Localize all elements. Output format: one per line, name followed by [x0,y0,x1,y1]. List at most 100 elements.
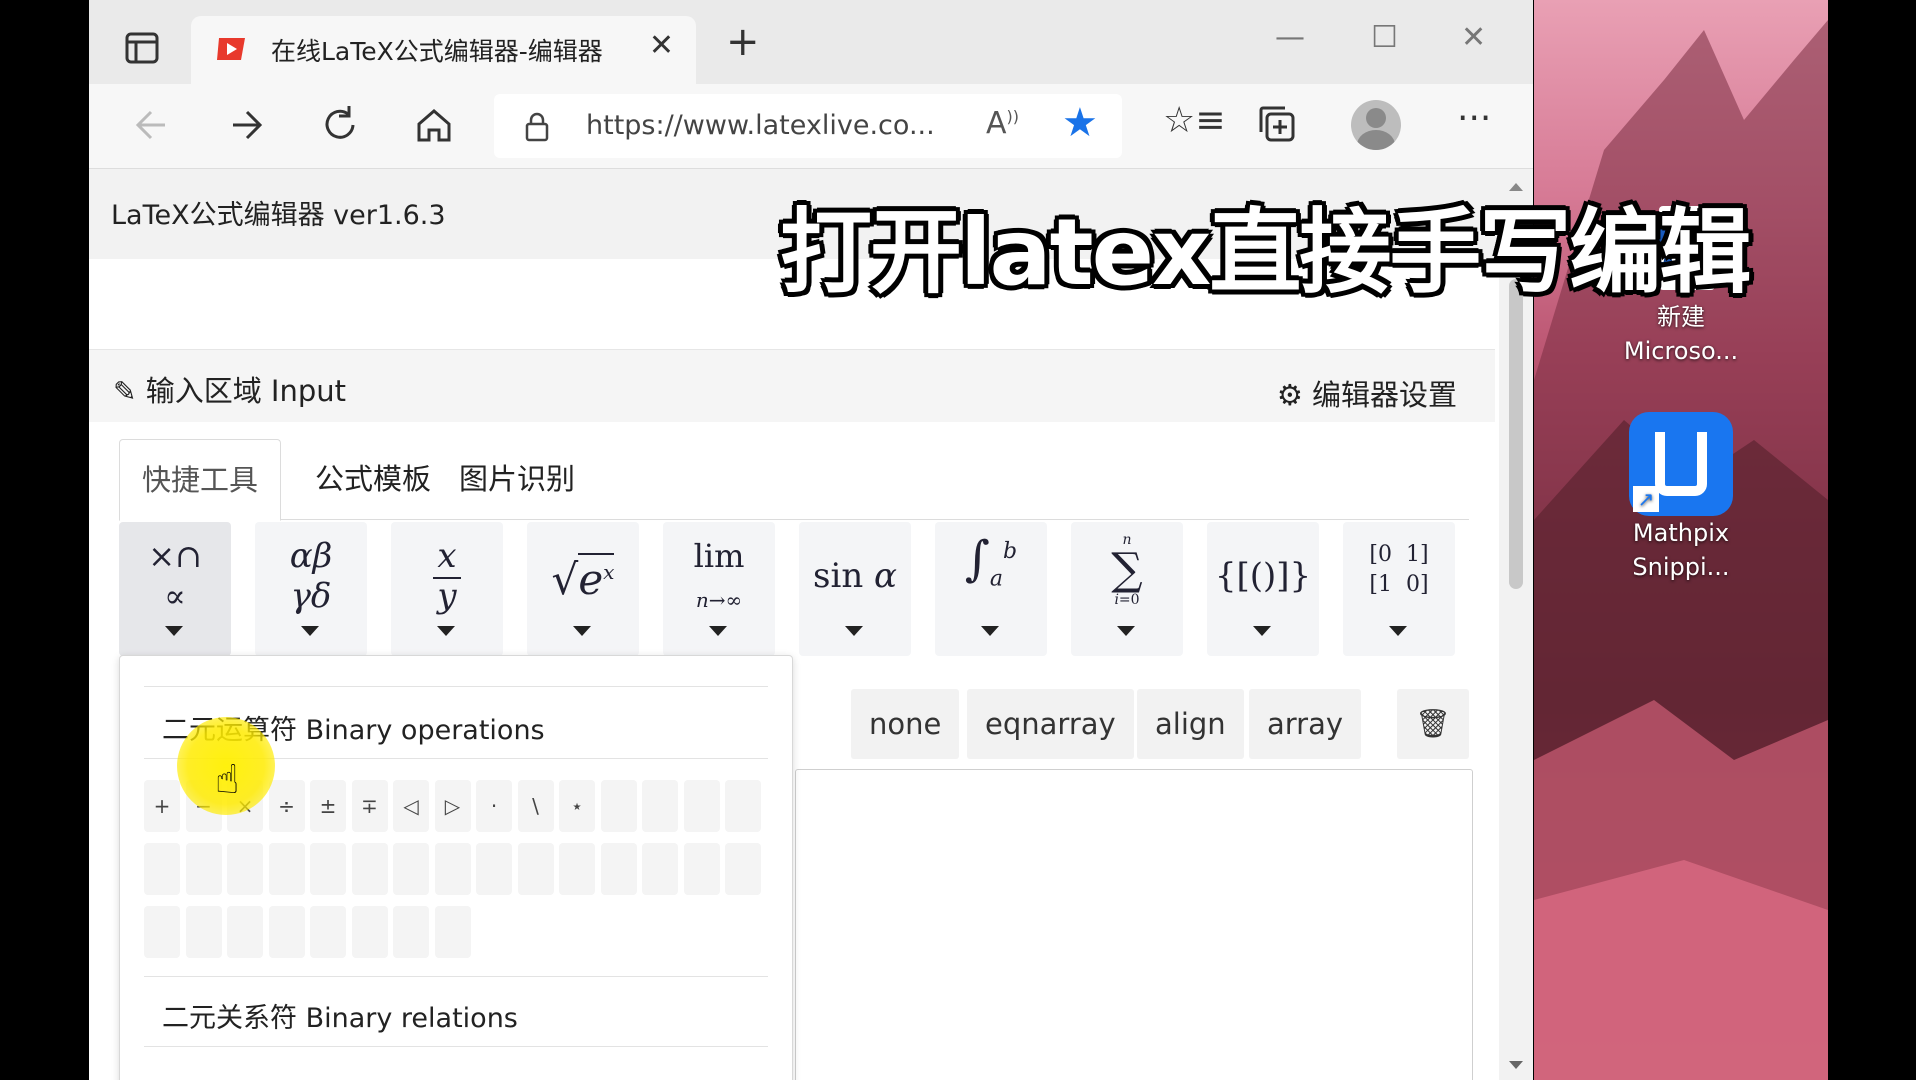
symbol-cell[interactable] [227,906,263,958]
close-window-icon[interactable]: ✕ [1461,20,1486,55]
symbol-cell[interactable]: ◁ [393,780,429,832]
brackets-icon: {[()]} [1214,556,1312,596]
maximize-icon[interactable]: ☐ [1371,20,1398,55]
input-title: ✎ 输入区域 Input [113,374,346,408]
symbol-cell[interactable] [683,843,720,895]
symbol-cell[interactable]: \ [517,780,554,832]
symbol-cell[interactable] [393,906,429,958]
sqrt-icon: √ex [551,553,615,604]
symbol-cell[interactable]: ∓ [351,780,388,832]
tab-quick-tools[interactable]: 快捷工具 [119,439,282,521]
symbol-cell[interactable] [517,843,554,895]
env-align-button[interactable]: align [1137,689,1244,759]
trig-button[interactable]: sin α [799,522,911,656]
symbol-cell[interactable] [268,843,305,895]
symbol-cell[interactable] [434,906,471,958]
symbol-cell[interactable] [351,906,388,958]
chevron-down-icon [165,626,183,636]
matrix-icon: [0 1] [1 0] [1369,542,1429,597]
forward-icon[interactable] [223,102,269,148]
symbol-cell[interactable] [434,843,471,895]
trash-icon[interactable]: 🗑 [1397,689,1469,759]
tab-title: 在线LaTeX公式编辑器-编辑器 [271,37,603,66]
desktop-icon-mathpix[interactable]: ↗ Mathpix Snippi... [1616,412,1746,584]
profile-avatar[interactable] [1351,100,1401,150]
close-tab-icon[interactable]: ✕ [649,28,674,63]
desktop-icon-label: Snippi... [1632,553,1730,581]
tab-actions-icon[interactable] [125,32,159,64]
favorite-star-icon[interactable]: ★ [1062,100,1098,146]
symbol-cell[interactable] [185,843,222,895]
sine-icon: sin α [813,556,897,596]
limit-button[interactable]: lim n→∞ [663,522,775,656]
symbol-cell[interactable] [559,843,595,895]
symbol-cell[interactable] [725,780,761,832]
chevron-down-icon [845,626,863,636]
symbol-cell[interactable] [683,780,720,832]
favorites-icon[interactable]: ☆≡ [1163,100,1225,141]
scroll-thumb[interactable] [1509,279,1523,589]
env-eqnarray-button[interactable]: eqnarray [967,689,1134,759]
browser-tab[interactable]: 在线LaTeX公式编辑器-编辑器 ✕ [191,16,696,84]
minimize-icon[interactable]: — [1275,20,1305,55]
symbol-cell[interactable]: ÷ [268,780,305,832]
symbol-cell[interactable] [144,843,180,895]
symbol-cell[interactable]: ⋆ [559,780,595,832]
symbol-cell[interactable]: ▷ [434,780,471,832]
env-none-button[interactable]: none [851,689,960,759]
symbol-cell[interactable] [310,906,346,958]
symbol-cell[interactable] [351,843,388,895]
right-letterbox [1828,0,1916,1080]
fraction-button[interactable]: xy [391,522,503,656]
symbol-cell[interactable] [600,843,637,895]
back-icon[interactable] [129,102,175,148]
more-options-icon[interactable]: ··· [1457,98,1491,139]
address-bar[interactable]: https://www.latexlive.co... A)) ★ [494,94,1122,158]
divider [144,686,768,687]
lock-icon[interactable] [524,112,550,142]
symbol-cell[interactable] [476,843,512,895]
brackets-button[interactable]: {[()]} [1207,522,1319,656]
refresh-icon[interactable] [317,102,363,148]
radical-button[interactable]: √ex [527,522,639,656]
summation-button[interactable]: n ∑ i=0 [1071,522,1183,656]
read-aloud-icon[interactable]: A)) [986,106,1019,141]
symbol-cell[interactable] [393,843,429,895]
collections-icon[interactable] [1257,104,1297,144]
symbol-cell[interactable] [268,906,305,958]
limit-icon: lim n→∞ [693,537,745,612]
symbol-cell[interactable] [642,843,678,895]
desktop-wallpaper: W 新建 Microso... ↗ Mathpix Snippi... [1534,0,1828,1080]
greek-letters-button[interactable]: αβ γδ [255,522,367,656]
times-cap-propto-icon: ×∩ ∝ [148,537,202,615]
latexlive-favicon-icon [217,38,245,60]
symbol-cell[interactable] [600,780,637,832]
tab-image-recognition[interactable]: 图片识别 [437,439,597,519]
integral-button[interactable]: ∫ab [935,522,1047,656]
editor-settings-button[interactable]: ⚙ 编辑器设置 [1277,372,1457,414]
input-card-header: ✎ 输入区域 Input ⚙ 编辑器设置 [89,349,1495,422]
symbol-cell[interactable]: · [476,780,512,832]
integral-icon: ∫ab [964,531,1018,592]
matrix-button[interactable]: [0 1] [1 0] [1343,522,1455,656]
symbol-cell[interactable]: ± [310,780,346,832]
symbol-cell[interactable] [642,780,678,832]
greek-icon: αβ γδ [289,536,333,616]
divider [144,976,768,977]
home-icon[interactable] [411,102,457,148]
env-array-button[interactable]: array [1249,689,1362,759]
symbol-cell[interactable] [227,843,263,895]
new-tab-icon[interactable]: + [726,22,760,62]
symbol-cell[interactable] [185,906,222,958]
chevron-down-icon [1253,626,1271,636]
chevron-down-icon [1117,626,1135,636]
latex-input-area[interactable] [795,769,1473,1080]
binary-operators-button[interactable]: ×∩ ∝ [119,522,231,656]
symbol-cell[interactable]: + [144,780,180,832]
symbol-cell[interactable] [144,906,180,958]
symbol-cell[interactable] [725,843,761,895]
symbol-cell[interactable] [310,843,346,895]
summation-icon: n ∑ i=0 [1111,532,1143,608]
tab-formula-templates[interactable]: 公式模板 [293,439,453,519]
desktop-icon-label: Mathpix [1632,519,1730,547]
